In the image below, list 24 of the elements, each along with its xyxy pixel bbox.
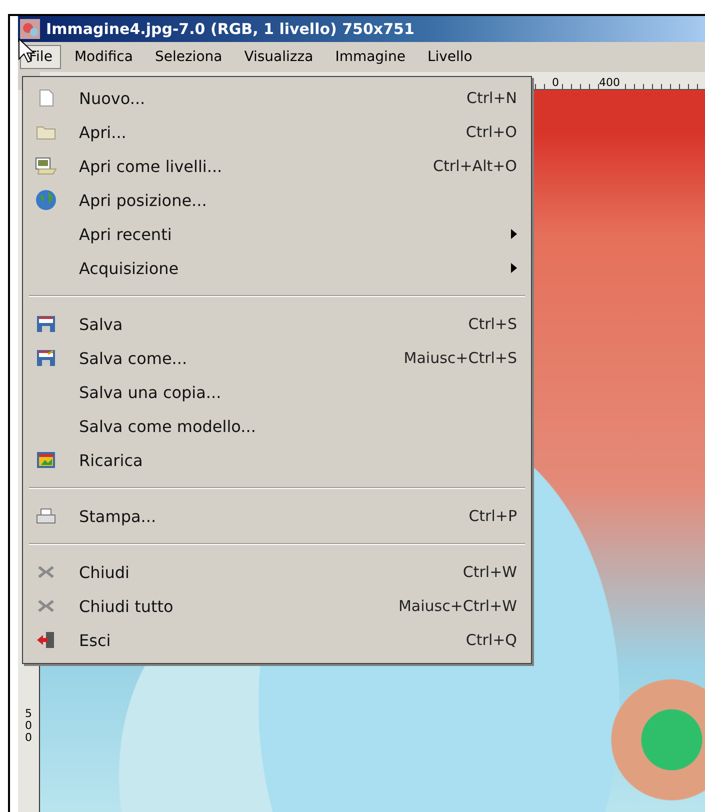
menu-item[interactable]: Esci Ctrl+Q bbox=[23, 623, 531, 657]
menu-item[interactable]: Salva come... Maiusc+Ctrl+S bbox=[23, 341, 531, 375]
menu-bar-item[interactable]: Livello bbox=[418, 45, 482, 69]
menu-item[interactable]: Ricarica bbox=[23, 443, 531, 477]
menu-item[interactable]: Chiudi tutto Maiusc+Ctrl+W bbox=[23, 589, 531, 623]
menu-item[interactable]: Chiudi Ctrl+W bbox=[23, 555, 531, 589]
ruler-label: 500 bbox=[24, 708, 33, 744]
menu-item[interactable]: Stampa... Ctrl+P bbox=[23, 499, 531, 533]
menu-item[interactable]: Salva Ctrl+S bbox=[23, 307, 531, 341]
menu-item[interactable]: Apri come livelli... Ctrl+Alt+O bbox=[23, 149, 531, 183]
menu-bar-item[interactable]: Visualizza bbox=[235, 45, 322, 69]
ruler-label: 0 bbox=[552, 77, 559, 89]
menu-bar-item[interactable]: Seleziona bbox=[146, 45, 232, 69]
menu-item[interactable]: Apri recenti bbox=[23, 217, 531, 251]
menu-item[interactable]: Acquisizione bbox=[23, 251, 531, 285]
window-title: Immagine4.jpg-7.0 (RGB, 1 livello) 750x751 bbox=[46, 20, 414, 38]
menu-item[interactable]: Apri... Ctrl+O bbox=[23, 115, 531, 149]
ruler-label: 400 bbox=[599, 77, 620, 89]
menu-item[interactable]: Salva una copia... bbox=[23, 375, 531, 409]
menu-item[interactable]: Salva come modello... bbox=[23, 409, 531, 443]
menu-item[interactable]: Nuovo... Ctrl+N bbox=[23, 81, 531, 115]
menu-item[interactable]: Apri posizione... bbox=[23, 183, 531, 217]
menu-bar-item[interactable]: Immagine bbox=[326, 45, 414, 69]
menu-bar-item[interactable]: Modifica bbox=[65, 45, 142, 69]
